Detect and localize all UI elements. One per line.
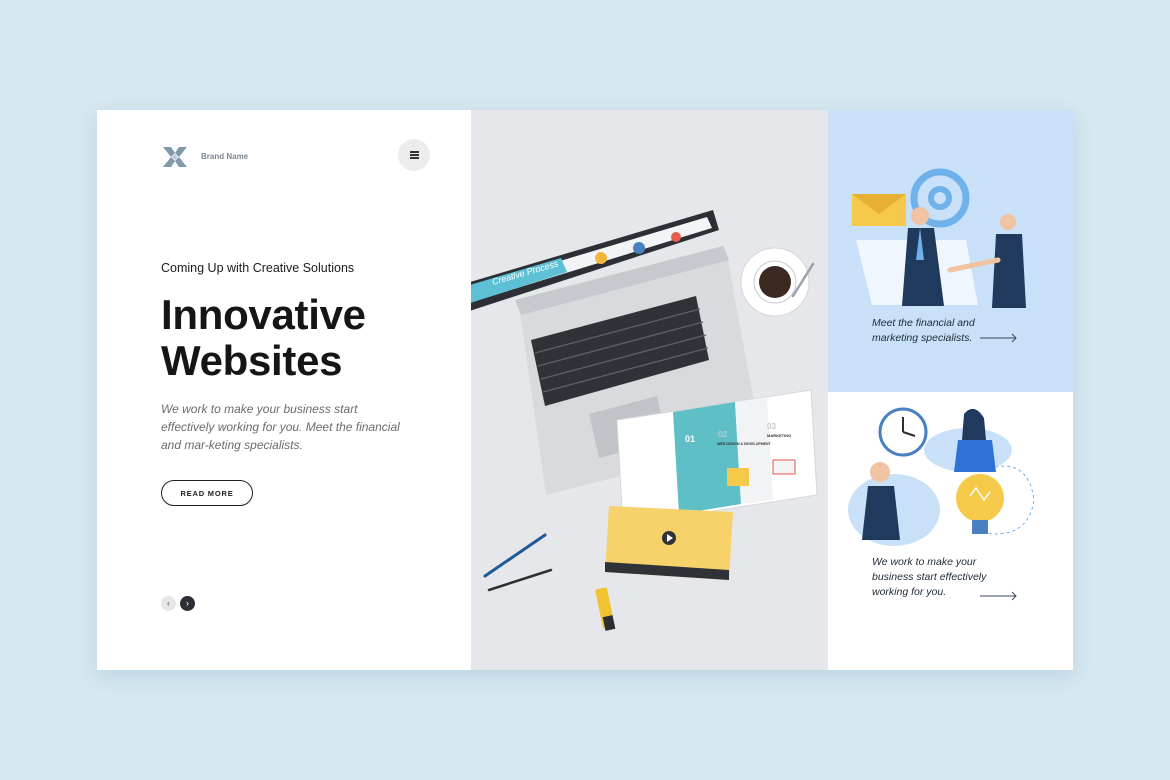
chevron-left-icon: ‹ xyxy=(167,598,170,608)
workspace-illustration: Creative Process 01 02 03 WEB DESIGN & D… xyxy=(471,110,828,670)
video-player-illustration xyxy=(605,506,733,580)
brochure-section3-title: MARKETING xyxy=(767,433,791,438)
coffee-cup-illustration xyxy=(740,247,815,317)
pens-illustration xyxy=(483,533,616,631)
clock-icon xyxy=(878,407,928,457)
headline-line-2: Websites xyxy=(161,337,343,384)
carousel-prev-button[interactable]: ‹ xyxy=(161,596,176,611)
brochure-section1-num: 01 xyxy=(685,434,695,444)
carousel-next-button[interactable]: › xyxy=(180,596,195,611)
read-more-button[interactable]: READ MORE xyxy=(161,480,253,506)
workspace-scene: Creative Process 01 02 03 WEB DESIGN & D… xyxy=(471,210,818,631)
envelope-icon xyxy=(852,194,906,226)
chevron-right-icon: › xyxy=(186,598,189,608)
brand-name[interactable]: Brand Name xyxy=(201,152,248,161)
arrow-right-icon[interactable] xyxy=(980,591,1018,601)
feature-card-business[interactable]: We work to make your business start effe… xyxy=(828,392,1073,670)
headline-line-1: Innovative xyxy=(161,291,366,338)
lightbulb-icon xyxy=(956,474,1004,534)
feature-card-specialists[interactable]: Meet the financial and marketing special… xyxy=(828,110,1073,392)
menu-button[interactable] xyxy=(398,139,430,171)
brochure-section2-num: 02 xyxy=(718,430,727,439)
arrow-right-icon[interactable] xyxy=(980,333,1018,343)
menu-icon xyxy=(409,154,419,156)
hero-headline: Innovative Websites xyxy=(161,292,451,384)
hero-kicker: Coming Up with Creative Solutions xyxy=(161,261,355,275)
ideas-illustration xyxy=(848,407,1035,546)
hero-card: Brand Name Coming Up with Creative Solut… xyxy=(97,110,1073,670)
handshake-illustration xyxy=(852,168,1026,308)
brochure-section3-num: 03 xyxy=(767,422,776,431)
hero-description: We work to make your business start effe… xyxy=(161,402,400,452)
brochure-section2-title: WEB DESIGN & DEVELOPMENT xyxy=(717,442,772,446)
hero-panel: Brand Name Coming Up with Creative Solut… xyxy=(97,110,471,670)
brand-logo-icon[interactable] xyxy=(161,145,189,169)
